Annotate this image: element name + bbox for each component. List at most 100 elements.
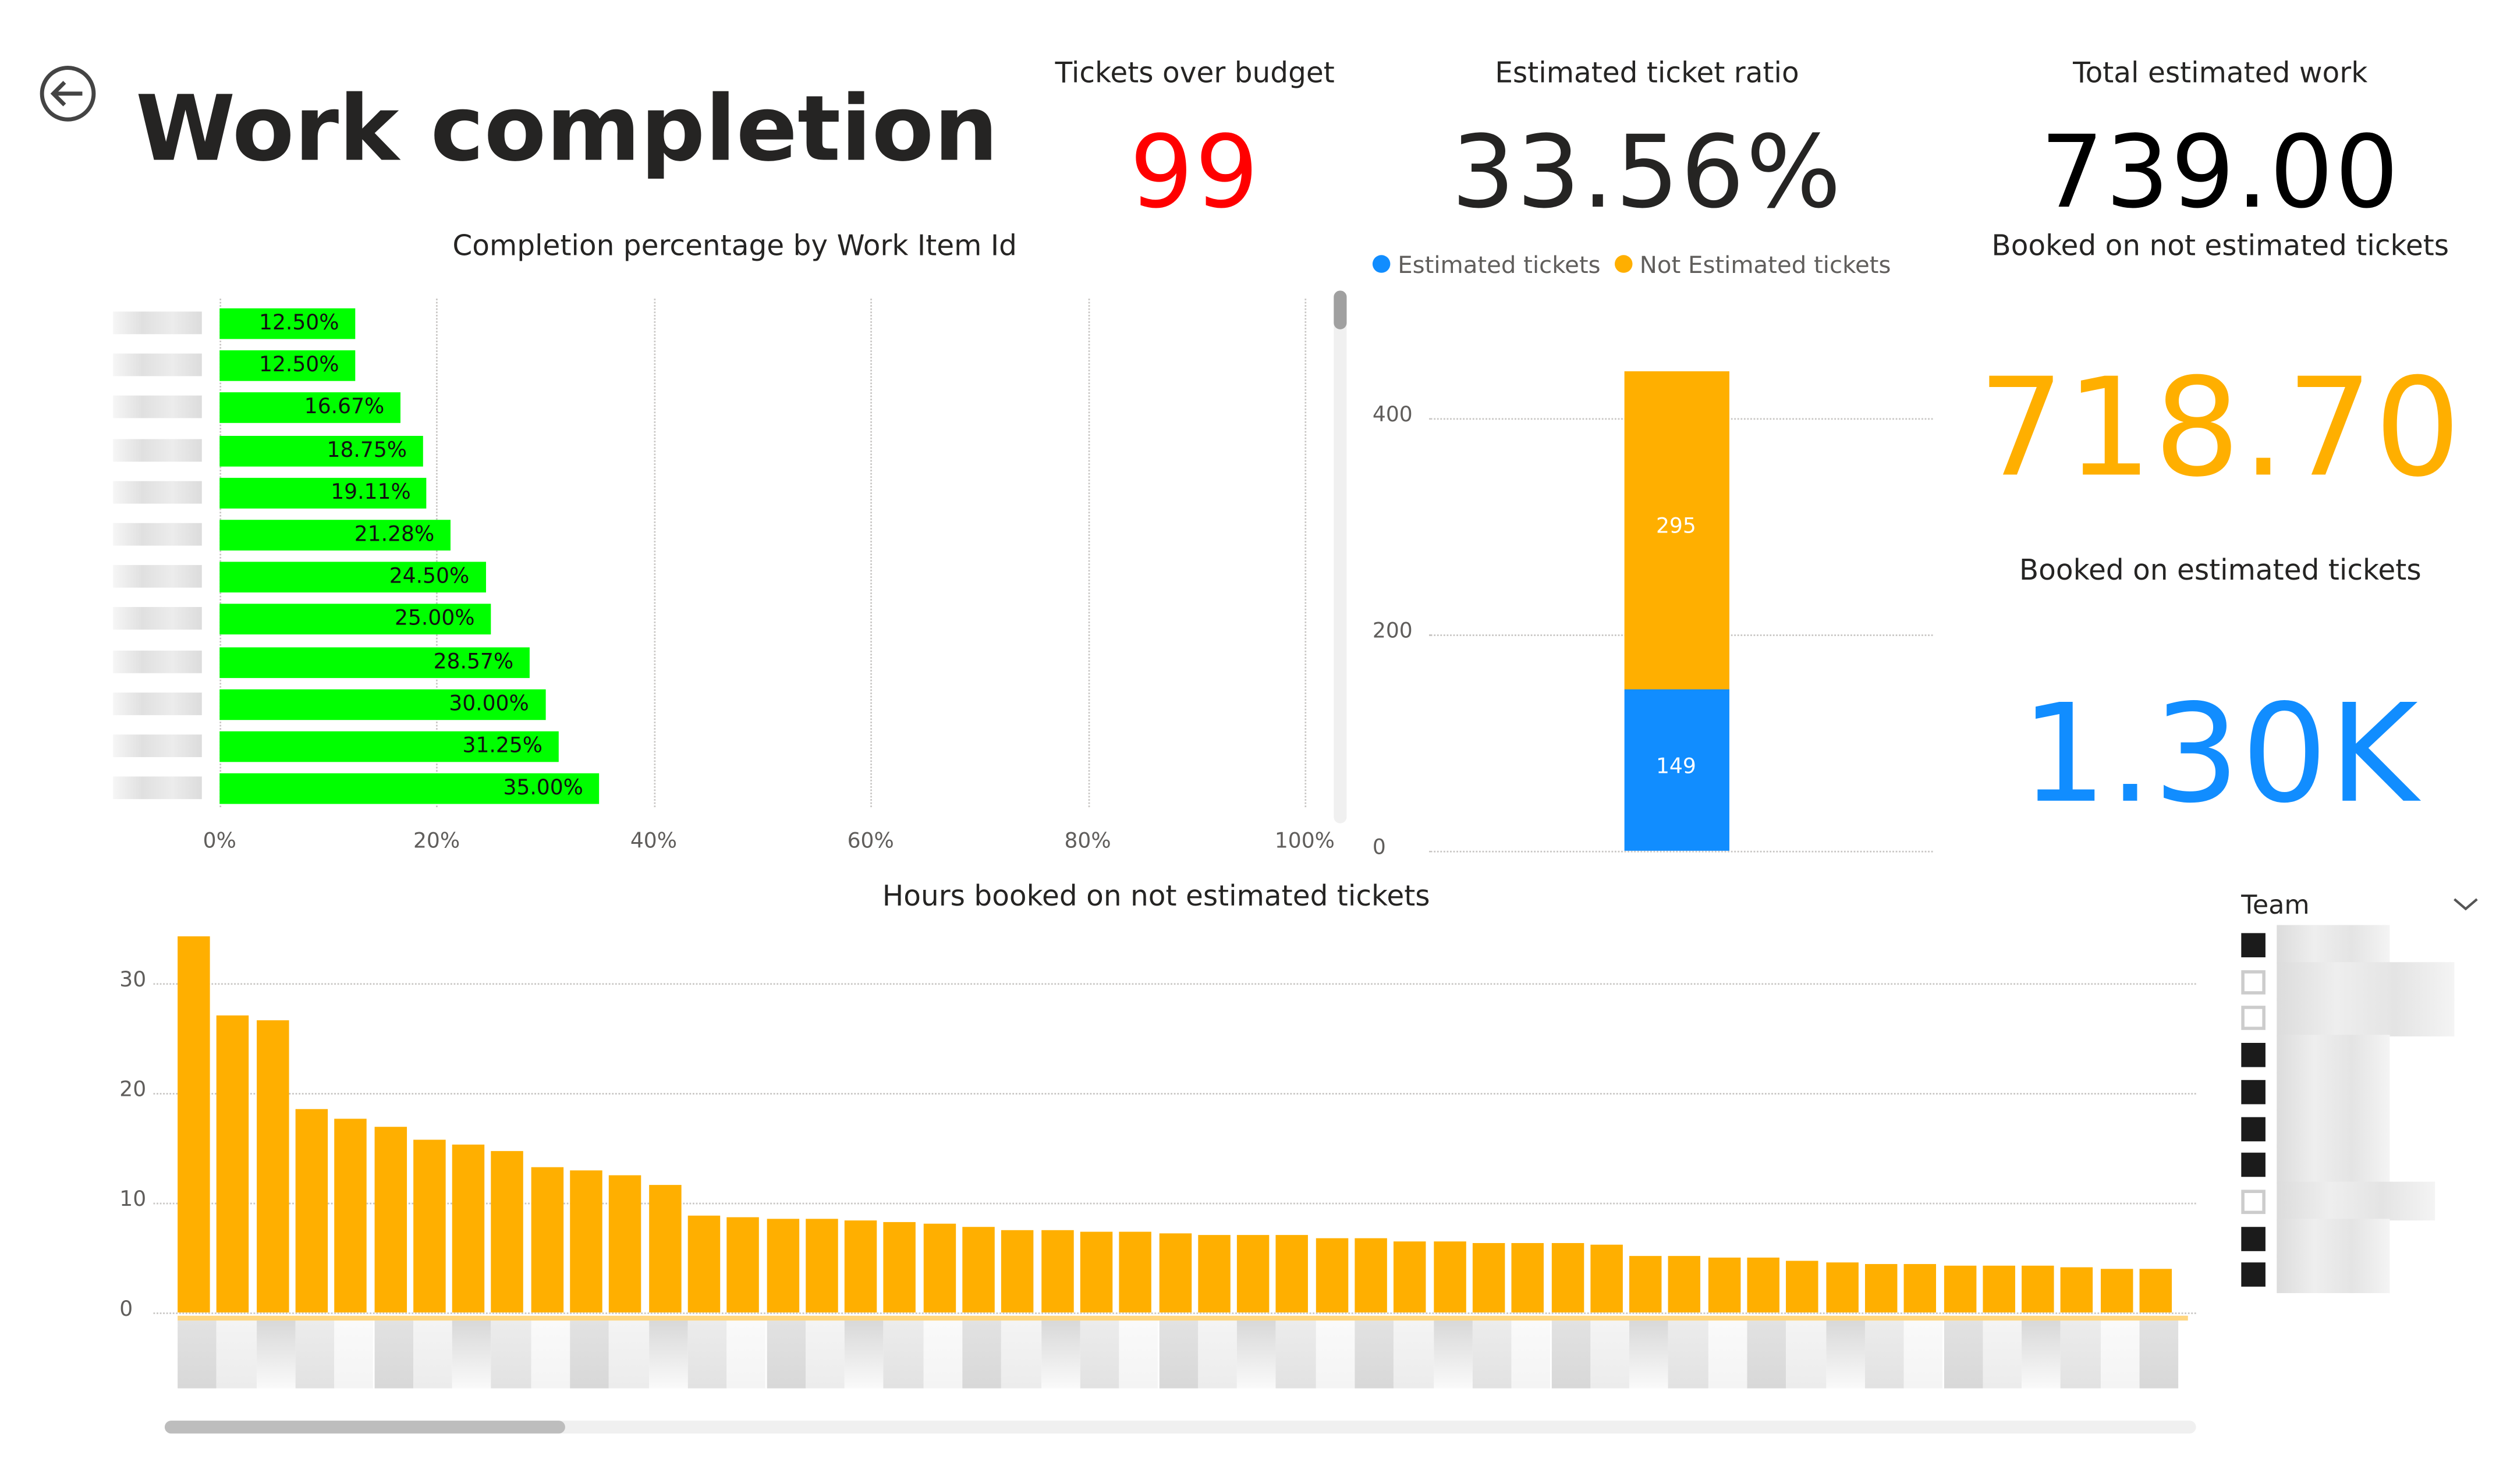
team-checkbox[interactable] [2241,1080,2266,1104]
ticket-label-redacted [1904,1320,1944,1389]
hours-bar[interactable] [923,1223,956,1313]
hours-bar[interactable] [1943,1265,1976,1313]
team-label-redacted[interactable] [2277,925,2390,964]
data-label: 18.75% [327,438,407,463]
report-page: Work completion Tickets over budget 99 E… [0,0,2503,1483]
scrollbar-thumb[interactable] [1334,290,1347,329]
completion-chart-scrollbar[interactable] [1334,290,1347,823]
hours-bar[interactable] [413,1139,446,1313]
team-checkbox[interactable] [2241,1263,2266,1287]
team-label-redacted[interactable] [2277,998,2455,1037]
hours-bar[interactable] [1511,1243,1544,1313]
hours-bar[interactable] [648,1185,681,1313]
hours-bar[interactable] [962,1227,995,1313]
hours-bar[interactable] [1708,1257,1740,1313]
work-item-label-redacted [113,776,202,800]
ticket-label-redacted [1276,1320,1316,1389]
team-checkbox[interactable] [2241,1153,2266,1177]
hours-bar[interactable] [687,1216,720,1313]
data-label: 16.67% [304,396,385,421]
hours-bar[interactable] [1786,1261,1819,1313]
hours-bar[interactable] [334,1119,367,1313]
hours-bar[interactable] [1825,1263,1858,1313]
hours-bar[interactable] [1668,1255,1701,1313]
hours-bar[interactable] [1315,1237,1348,1313]
hours-bar[interactable] [256,1020,289,1313]
hours-bar[interactable] [1355,1237,1387,1313]
team-checkbox[interactable] [2241,1043,2266,1067]
ticket-label-redacted [1590,1320,1630,1389]
hours-bar[interactable] [1747,1257,1779,1313]
team-label-redacted[interactable] [2277,1181,2435,1220]
hours-bar[interactable] [1237,1236,1270,1313]
tickets-over-budget-value: 99 [1129,113,1260,231]
total-estimated-work-value: 739.00 [2040,113,2401,231]
hours-bar[interactable] [1080,1232,1112,1313]
hours-bar[interactable] [884,1221,916,1313]
hours-bar[interactable] [374,1127,406,1313]
hours-bar[interactable] [217,1016,250,1313]
hours-bar[interactable] [530,1167,563,1313]
hours-bar[interactable] [1197,1236,1231,1313]
team-checkbox[interactable] [2241,933,2266,957]
hours-bar[interactable] [1041,1230,1073,1313]
hours-bar[interactable] [2022,1266,2054,1313]
team-checkbox[interactable] [2241,970,2266,994]
hours-bar[interactable] [452,1144,485,1313]
hours-bar[interactable] [1394,1241,1427,1313]
hours-bar[interactable] [2139,1268,2172,1313]
hours-bar[interactable] [295,1108,328,1313]
team-label-redacted[interactable] [2277,1108,2390,1147]
team-label-redacted[interactable] [2277,1218,2390,1257]
hours-chart-scrollbar[interactable] [164,1421,2196,1434]
ticket-label-redacted [1982,1320,2022,1389]
scrollbar-thumb[interactable] [164,1421,565,1434]
ticket-label-redacted [923,1320,963,1389]
hours-bar[interactable] [178,937,210,1313]
hours-bar[interactable] [766,1219,799,1313]
hours-bar[interactable] [805,1219,838,1313]
team-checkbox[interactable] [2241,1006,2266,1031]
hours-bar[interactable] [1864,1264,1898,1313]
team-label-redacted[interactable] [2277,1071,2390,1110]
hours-bar[interactable] [1629,1255,1662,1313]
team-label-redacted[interactable] [2277,1145,2390,1184]
back-arrow-icon[interactable] [39,65,97,123]
team-checkbox[interactable] [2241,1226,2266,1251]
hours-bar[interactable] [2061,1267,2094,1313]
hours-bar[interactable] [1472,1243,1505,1313]
hours-bar[interactable] [491,1151,524,1313]
hours-bar[interactable] [2100,1268,2133,1313]
hours-bar[interactable] [1433,1241,1466,1313]
team-label-redacted[interactable] [2277,1035,2390,1074]
hours-bar[interactable] [1001,1230,1034,1313]
hours-bar[interactable] [1119,1232,1152,1313]
hours-bar[interactable] [1276,1236,1309,1313]
ticket-label-redacted [1080,1320,1119,1389]
page-title: Work completion [136,77,998,183]
ticket-label-redacted [805,1320,845,1389]
hours-bar[interactable] [726,1217,760,1313]
hours-bar[interactable] [1158,1233,1191,1313]
ticket-label-redacted [217,1320,256,1389]
hours-bar[interactable] [1904,1264,1937,1313]
team-checkbox[interactable] [2241,1116,2266,1141]
team-checkbox[interactable] [2241,1190,2266,1214]
work-item-label-redacted [113,692,202,715]
hours-bar[interactable] [609,1175,642,1313]
ticket-label-redacted [766,1320,806,1389]
ticket-label-redacted [726,1320,767,1389]
hours-bar[interactable] [570,1170,602,1313]
hours-bar[interactable] [1590,1244,1623,1313]
ticket-label-redacted [845,1320,884,1389]
ticket-label-redacted [2022,1320,2061,1389]
hours-bar[interactable] [1551,1243,1583,1313]
team-label-redacted[interactable] [2277,1255,2390,1294]
hours-bar[interactable] [845,1220,877,1313]
team-label-redacted[interactable] [2277,961,2455,1001]
ticket-label-redacted [2061,1320,2101,1389]
data-label: 25.00% [395,608,475,632]
work-item-label-redacted [113,481,202,503]
hours-bar[interactable] [1982,1265,2015,1313]
chevron-down-icon[interactable] [2453,894,2479,914]
